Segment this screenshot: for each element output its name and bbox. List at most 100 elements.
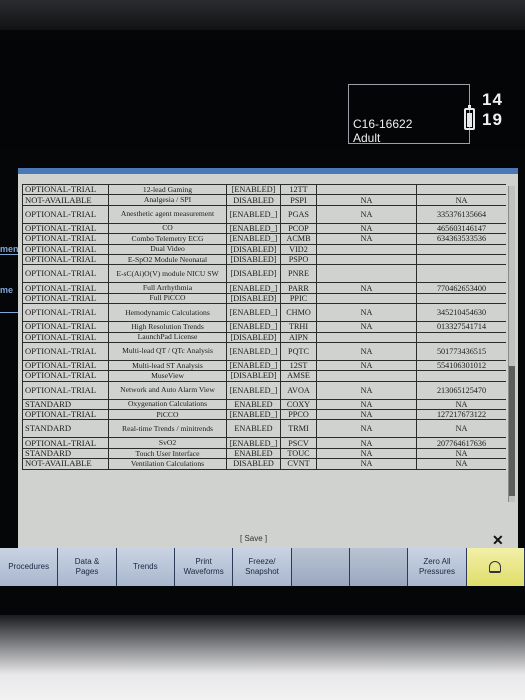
feature-cell: Hemodynamic Calculations bbox=[108, 303, 227, 323]
table-row[interactable]: OPTIONAL-TRIAL Hemodynamic Calculations [E… bbox=[22, 303, 506, 323]
table-row[interactable]: OPTIONAL-TRIAL High Resolution Trends [ENA… bbox=[22, 321, 506, 333]
value-cell: NA bbox=[316, 419, 417, 439]
status-cell: OPTIONAL-TRIAL bbox=[22, 292, 109, 305]
state-cell: DISABLED bbox=[226, 458, 281, 470]
feature-cell: 12-lead Gaming bbox=[108, 184, 227, 196]
code-cell: CHMO bbox=[280, 303, 317, 323]
softkey-2[interactable]: Data & Pages bbox=[58, 548, 117, 586]
value-cell: NA bbox=[316, 409, 417, 421]
state-cell: [DISABLED] bbox=[226, 292, 281, 305]
table-row[interactable]: OPTIONAL-TRIAL E-sC(Ai)O(V) module NICU S… bbox=[22, 264, 506, 284]
status-cell: OPTIONAL-TRIAL bbox=[22, 233, 109, 245]
table-row[interactable]: OPTIONAL-TRIAL Dual Video [DISABLED] VID2 bbox=[22, 243, 506, 255]
table-row[interactable]: OPTIONAL-TRIAL Multi-lead QT / QTc Analys… bbox=[22, 341, 506, 361]
status-cell: OPTIONAL-TRIAL bbox=[22, 359, 109, 372]
key-cell: NA bbox=[416, 194, 506, 206]
table-row[interactable]: NOT-AVAILABLE Analgesia / SPI DISABLED PSPI… bbox=[22, 194, 506, 206]
code-cell: PSCV bbox=[280, 437, 317, 449]
code-cell: PSPI bbox=[280, 194, 317, 206]
value-cell bbox=[316, 253, 417, 266]
key-cell bbox=[416, 292, 506, 305]
value-cell: NA bbox=[316, 341, 417, 361]
state-cell: [ENABLED_] bbox=[226, 380, 281, 400]
table-row[interactable]: NOT-AVAILABLE Ventilation Calculations DIS… bbox=[22, 458, 506, 470]
value-cell: NA bbox=[316, 222, 417, 235]
code-cell: TRHI bbox=[280, 321, 317, 333]
table-row[interactable]: OPTIONAL-TRIAL SvO2 [ENABLED_] PSCV NA 207764… bbox=[22, 437, 506, 449]
code-cell: PPCO bbox=[280, 409, 317, 421]
status-cell: OPTIONAL-TRIAL bbox=[22, 243, 109, 255]
key-cell: 335376135664 bbox=[416, 204, 506, 224]
key-cell: 345210454630 bbox=[416, 303, 506, 323]
status-cell: STANDARD bbox=[22, 447, 109, 460]
softkey-8[interactable]: Zero All Pressures bbox=[408, 548, 467, 586]
table-row[interactable]: OPTIONAL-TRIAL Network and Auto Alarm Vie… bbox=[22, 380, 506, 400]
key-cell: 634363533536 bbox=[416, 233, 506, 245]
state-cell: [DISABLED] bbox=[226, 243, 281, 255]
table-row[interactable]: OPTIONAL-TRIAL MuseView [DISABLED] AMSE bbox=[22, 370, 506, 382]
status-cell: OPTIONAL-TRIAL bbox=[22, 331, 109, 343]
value-cell: NA bbox=[316, 380, 417, 400]
code-cell: PQTC bbox=[280, 341, 317, 361]
softkey-6[interactable] bbox=[291, 548, 350, 586]
key-cell: 465603146147 bbox=[416, 222, 506, 235]
key-cell: NA bbox=[416, 419, 506, 439]
table-row[interactable]: OPTIONAL-TRIAL Combo Telemetry ECG [ENABLE… bbox=[22, 233, 506, 245]
softkey-1[interactable]: Procedures bbox=[0, 548, 59, 586]
status-cell: OPTIONAL-TRIAL bbox=[22, 204, 109, 224]
softkey-4[interactable]: Print Waveforms bbox=[174, 548, 234, 586]
softkey-9[interactable] bbox=[466, 548, 525, 586]
feature-cell: CO bbox=[108, 222, 227, 235]
value-cell bbox=[316, 243, 417, 255]
state-cell: [ENABLED_] bbox=[226, 409, 281, 421]
table-row[interactable]: OPTIONAL-TRIAL E-SpO2 Module Neonatal [DIS… bbox=[22, 253, 506, 266]
side-label-lower: me bbox=[0, 285, 14, 295]
key-cell bbox=[416, 243, 506, 255]
value-cell: NA bbox=[316, 458, 417, 470]
patient-info-box[interactable]: C16-16622 Adult bbox=[348, 84, 470, 145]
feature-cell: Touch User Interface bbox=[108, 447, 227, 460]
feature-cell: Network and Auto Alarm View bbox=[108, 380, 227, 400]
table-row[interactable]: OPTIONAL-TRIAL Full Arrhythmia [ENABLED_] P… bbox=[22, 282, 506, 294]
softkey-3[interactable]: Trends bbox=[116, 548, 175, 586]
close-icon[interactable]: ✕ bbox=[492, 532, 504, 549]
state-cell: [ENABLED_] bbox=[226, 437, 281, 449]
scrollbar-thumb[interactable] bbox=[509, 366, 515, 496]
table-row[interactable]: OPTIONAL-TRIAL 12-lead Gaming [ENABLED] 12T… bbox=[22, 184, 506, 196]
status-cell: OPTIONAL-TRIAL bbox=[22, 264, 109, 284]
code-cell: PNRE bbox=[280, 264, 317, 284]
softkey-7[interactable] bbox=[349, 548, 409, 586]
state-cell: [ENABLED_] bbox=[226, 359, 281, 372]
table-row[interactable]: OPTIONAL-TRIAL CO [ENABLED_] PCOP NA 46560314… bbox=[22, 222, 506, 235]
feature-cell: High Resolution Trends bbox=[108, 321, 227, 333]
status-cell: OPTIONAL-TRIAL bbox=[22, 282, 109, 294]
state-cell: [DISABLED] bbox=[226, 370, 281, 382]
table-row[interactable]: STANDARD Real-time Trends / minitrends ENA… bbox=[22, 419, 506, 439]
status-cell: OPTIONAL-TRIAL bbox=[22, 303, 109, 323]
state-cell: ENABLED bbox=[226, 419, 281, 439]
save-button[interactable]: [ Save ] bbox=[240, 534, 267, 543]
feature-cell: E-sC(Ai)O(V) module NICU SW bbox=[108, 264, 227, 284]
key-cell: NA bbox=[416, 398, 506, 411]
state-cell: [ENABLED_] bbox=[226, 303, 281, 323]
state-cell: [ENABLED] bbox=[226, 184, 281, 196]
table-row[interactable]: OPTIONAL-TRIAL LaunchPad License [DISABLED… bbox=[22, 331, 506, 343]
key-cell bbox=[416, 331, 506, 343]
state-cell: DISABLED bbox=[226, 194, 281, 206]
table-scrollbar[interactable] bbox=[508, 186, 515, 502]
table-row[interactable]: OPTIONAL-TRIAL PiCCO [ENABLED_] PPCO NA 12721… bbox=[22, 409, 506, 421]
table-row[interactable]: OPTIONAL-TRIAL Multi-lead ST Analysis [ENA… bbox=[22, 359, 506, 372]
value-cell: NA bbox=[316, 233, 417, 245]
code-cell: AIPN bbox=[280, 331, 317, 343]
monitor-bezel-bottom bbox=[0, 615, 525, 700]
table-row[interactable]: OPTIONAL-TRIAL Anesthetic agent measureme… bbox=[22, 204, 506, 224]
code-cell: PSPO bbox=[280, 253, 317, 266]
state-cell: ENABLED bbox=[226, 398, 281, 411]
state-cell: ENABLED bbox=[226, 447, 281, 460]
softkey-5[interactable]: Freeze/ Snapshot bbox=[233, 548, 292, 586]
code-cell: PGAS bbox=[280, 204, 317, 224]
software-options-dialog: OPTIONAL-TRIAL 12-lead Gaming [ENABLED] 12T… bbox=[18, 168, 518, 548]
table-row[interactable]: STANDARD Oxygenation Calculations ENABLED C… bbox=[22, 398, 506, 411]
table-row[interactable]: STANDARD Touch User Interface ENABLED TOUC N… bbox=[22, 447, 506, 460]
table-row[interactable]: OPTIONAL-TRIAL Full PiCCO [DISABLED] PPIC bbox=[22, 292, 506, 305]
